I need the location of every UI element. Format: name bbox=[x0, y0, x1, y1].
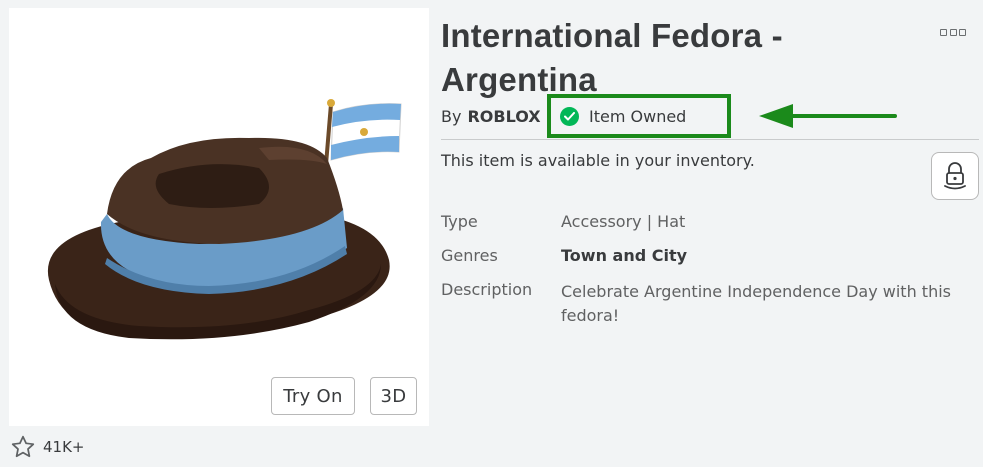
star-icon[interactable] bbox=[10, 434, 36, 460]
avatar-lock-icon bbox=[944, 162, 966, 190]
more-options-icon[interactable] bbox=[940, 29, 966, 37]
hat-thumbnail-image bbox=[47, 99, 402, 340]
avatar-lock-button[interactable] bbox=[931, 152, 979, 200]
description-label: Description bbox=[441, 280, 533, 299]
genres-label: Genres bbox=[441, 246, 498, 265]
owned-badge: Item Owned bbox=[560, 104, 686, 128]
description-value: Celebrate Argentine Independence Day wit… bbox=[561, 282, 951, 325]
favorite-row[interactable]: 41K+ bbox=[10, 434, 85, 460]
annotation-arrow-icon bbox=[759, 104, 897, 128]
checkmark-icon bbox=[560, 106, 579, 126]
item-title: International Fedora - Argentina bbox=[441, 17, 783, 98]
divider bbox=[441, 139, 979, 140]
type-value: Accessory | Hat bbox=[561, 212, 686, 231]
favorite-count: 41K+ bbox=[43, 438, 85, 456]
owned-label: Item Owned bbox=[589, 106, 687, 126]
genres-value[interactable]: Town and City bbox=[561, 246, 687, 265]
creator-link[interactable]: ROBLOX bbox=[467, 107, 540, 126]
availability-text: This item is available in your inventory… bbox=[441, 151, 755, 170]
try-on-button[interactable]: Try On bbox=[271, 377, 355, 415]
item-thumbnail: Try On 3D bbox=[9, 8, 429, 426]
by-label: By bbox=[441, 106, 462, 126]
view-3d-button[interactable]: 3D bbox=[370, 377, 417, 415]
creator-line: By ROBLOX bbox=[441, 104, 541, 128]
type-label: Type bbox=[441, 212, 478, 231]
